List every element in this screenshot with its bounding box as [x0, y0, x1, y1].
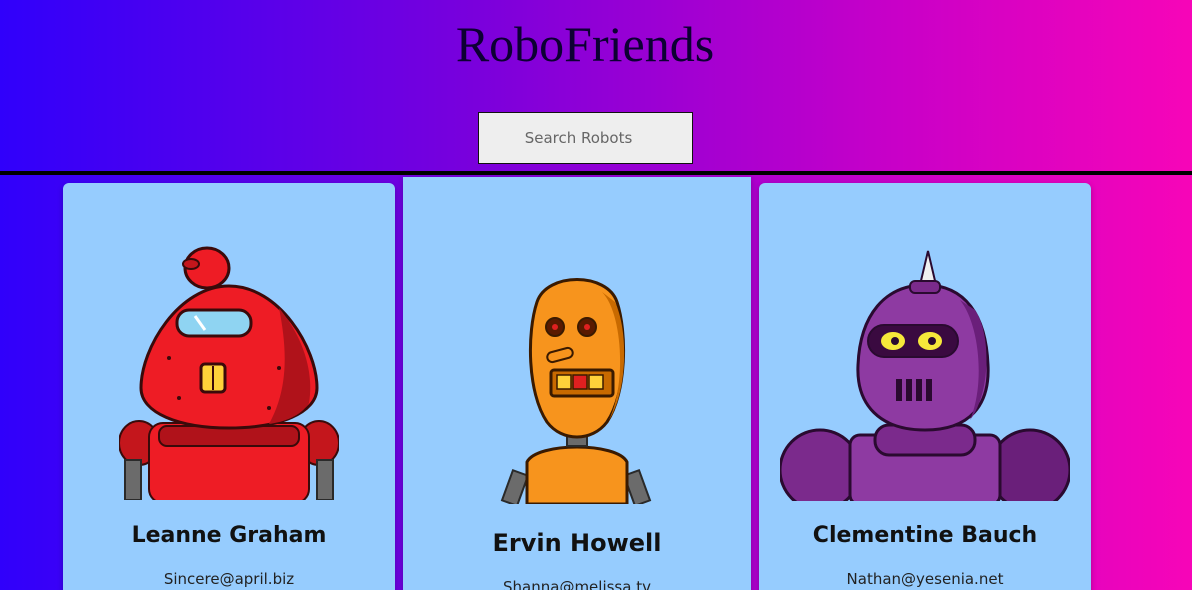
page-title: RoboFriends	[455, 16, 715, 72]
robot-card[interactable]: Clementine Bauch Nathan@yesenia.net	[759, 183, 1091, 590]
search-input[interactable]	[478, 112, 693, 164]
red-robot-icon	[119, 246, 339, 500]
robot-name: Clementine Bauch	[812, 523, 1038, 548]
robot-card[interactable]: Ervin Howell Shanna@melissa.tv	[403, 177, 751, 590]
robot-email: Sincere@april.biz	[163, 570, 295, 588]
orange-robot-icon	[500, 278, 652, 504]
robot-name: Ervin Howell	[492, 529, 662, 557]
header-divider	[0, 171, 1192, 175]
robot-email: Shanna@melissa.tv	[503, 578, 651, 590]
purple-robot-icon	[780, 250, 1070, 501]
robot-card[interactable]: Leanne Graham Sincere@april.biz	[63, 183, 395, 590]
robot-name: Leanne Graham	[131, 523, 327, 548]
robot-email: Nathan@yesenia.net	[846, 570, 1004, 588]
